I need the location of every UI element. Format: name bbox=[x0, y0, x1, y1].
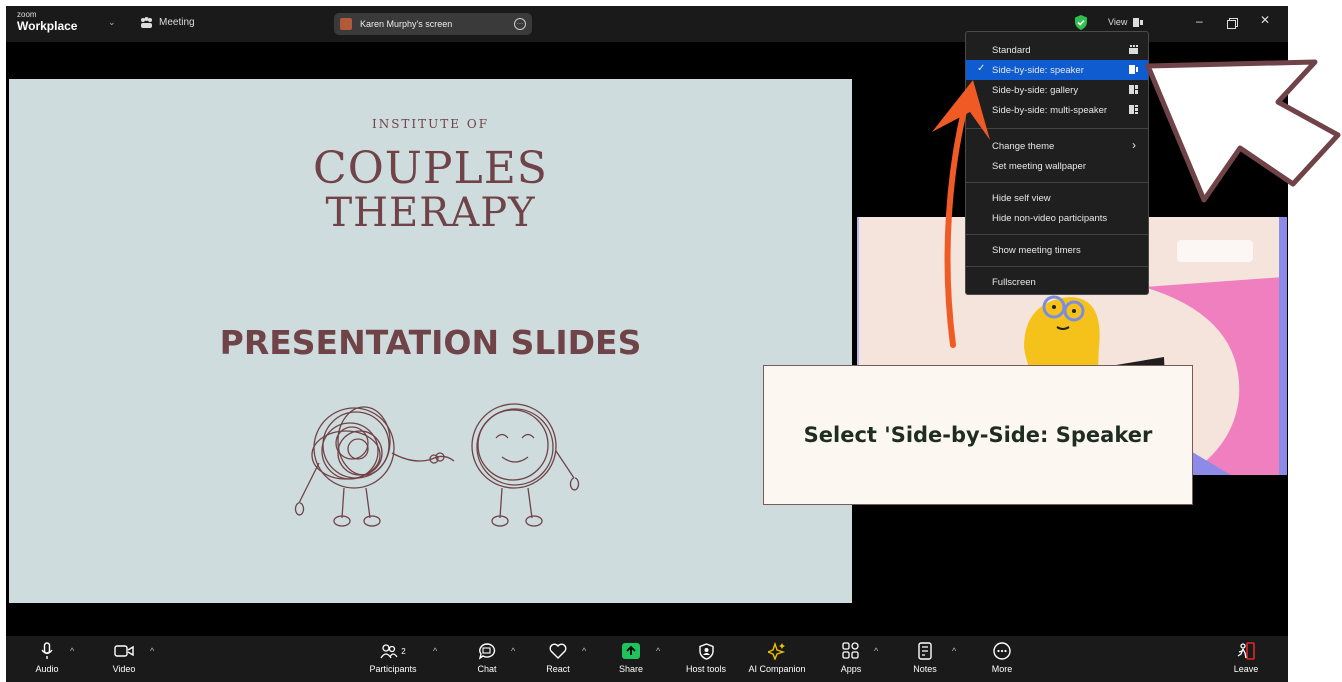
callout-text: Select 'Side-by-Side: Speaker bbox=[803, 423, 1153, 447]
annotation-overlay bbox=[932, 59, 1341, 348]
instruction-callout: Select 'Side-by-Side: Speaker bbox=[763, 365, 1193, 505]
pointer-cursor-icon bbox=[1145, 59, 1341, 203]
orange-arrow bbox=[944, 92, 971, 348]
